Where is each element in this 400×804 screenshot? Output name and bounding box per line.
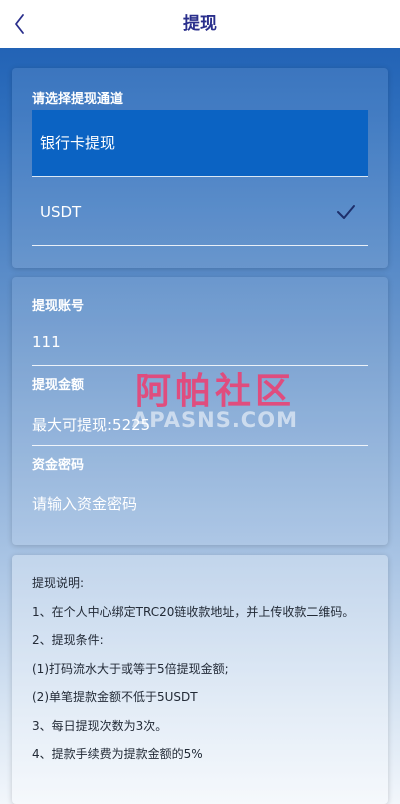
notes-card: 提现说明: 1、在个人中心绑定TRC20链收款地址，并上传收款二维码。 2、提现… xyxy=(12,555,388,804)
amount-divider xyxy=(32,445,368,446)
password-label: 资金密码 xyxy=(32,458,85,473)
notes-line: (2)单笔提款金额不低于5USDT xyxy=(32,690,198,704)
channel-card: 请选择提现通道 银行卡提现 USDT xyxy=(12,68,388,268)
notes-line: 2、提现条件: xyxy=(32,633,104,647)
notes-line: 提现说明: xyxy=(32,576,85,590)
channel-option-usdt[interactable]: USDT xyxy=(32,178,368,246)
account-divider xyxy=(32,365,368,366)
notes-line: 1、在个人中心绑定TRC20链收款地址，并上传收款二维码。 xyxy=(32,604,355,619)
checkmark-icon xyxy=(337,205,355,219)
channel-option-bank[interactable]: 银行卡提现 xyxy=(32,110,368,177)
password-input[interactable]: 请输入资金密码 xyxy=(32,493,368,514)
withdraw-notes: 提现说明: 1、在个人中心绑定TRC20链收款地址，并上传收款二维码。 2、提现… xyxy=(32,569,372,769)
nav-bar: 提现 xyxy=(0,0,400,48)
withdraw-form-card: 提现账号 111 提现金额 最大可提现:5225 资金密码 请输入资金密码 xyxy=(12,277,388,545)
notes-line: 4、提款手续费为提款金额的5% xyxy=(32,747,203,761)
amount-input[interactable]: 最大可提现:5225 xyxy=(32,414,368,435)
channel-option-usdt-label: USDT xyxy=(40,203,82,221)
notes-line: (1)打码流水大于或等于5倍提现金额; xyxy=(32,661,229,676)
amount-label: 提现金额 xyxy=(32,378,85,393)
account-label: 提现账号 xyxy=(32,299,85,314)
notes-line: 3、每日提现次数为3次。 xyxy=(32,718,168,733)
channel-label: 请选择提现通道 xyxy=(32,92,124,107)
channel-option-bank-label: 银行卡提现 xyxy=(40,134,116,152)
page-title: 提现 xyxy=(183,14,217,34)
account-input[interactable]: 111 xyxy=(32,333,368,351)
